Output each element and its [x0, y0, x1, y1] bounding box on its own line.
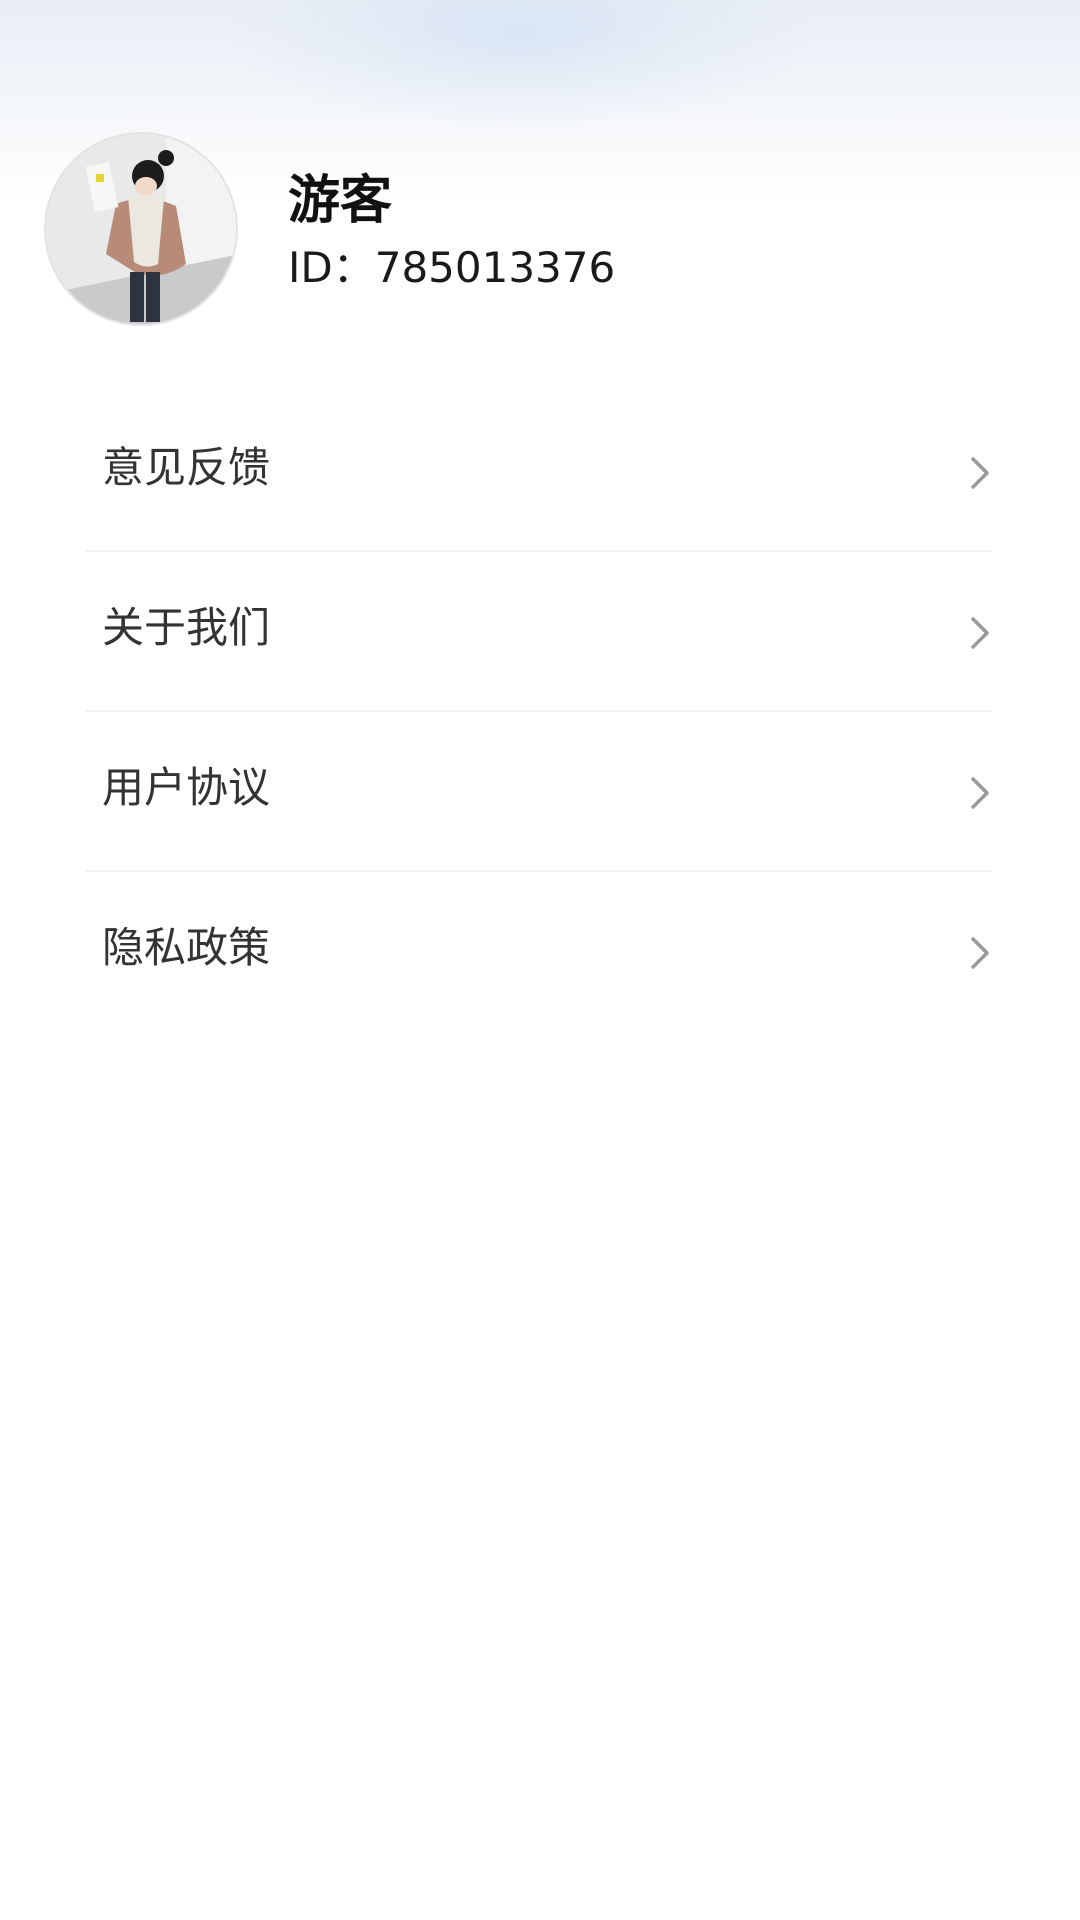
menu-item-label: 关于我们 — [102, 603, 271, 652]
menu-item-feedback[interactable]: 意见反馈 — [86, 392, 992, 552]
profile-header: 游客 ID：785013376 — [44, 132, 1036, 328]
chevron-right-icon — [971, 457, 989, 489]
menu-item-about-us[interactable]: 关于我们 — [86, 552, 992, 712]
chevron-right-icon — [971, 937, 989, 969]
settings-menu: 意见反馈 关于我们 用户协议 隐私政策 — [86, 392, 992, 1032]
menu-item-label: 用户协议 — [102, 763, 271, 812]
chevron-right-icon — [971, 617, 989, 649]
menu-item-user-agreement[interactable]: 用户协议 — [86, 712, 992, 872]
menu-item-label: 隐私政策 — [102, 923, 271, 972]
avatar-photo-icon — [46, 134, 236, 324]
menu-item-label: 意见反馈 — [102, 443, 271, 492]
chevron-right-icon — [971, 777, 989, 809]
menu-item-privacy-policy[interactable]: 隐私政策 — [86, 872, 992, 1032]
user-id: ID：785013376 — [288, 243, 616, 292]
avatar[interactable] — [44, 132, 238, 326]
profile-page: 游客 ID：785013376 意见反馈 关于我们 用户协议 隐私政策 — [0, 0, 1080, 1920]
username: 游客 — [288, 171, 393, 231]
